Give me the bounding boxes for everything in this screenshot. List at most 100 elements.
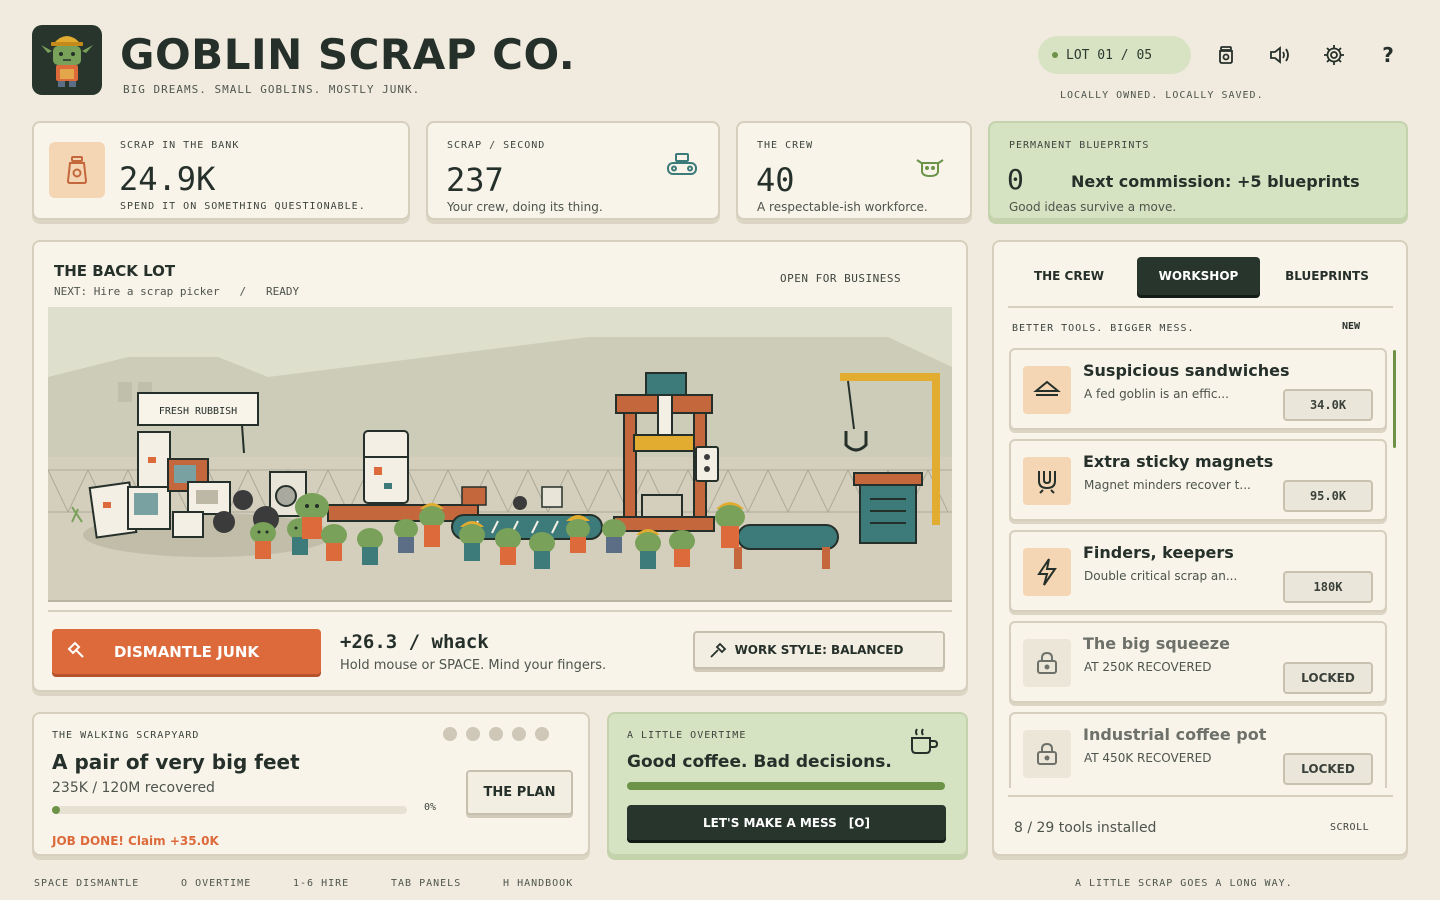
blueprints-card: PERMANENT BLUEPRINTS 0 Next commission: …	[988, 121, 1408, 220]
tool-locked-badge: LOCKED	[1283, 753, 1373, 785]
tool-desc: Magnet minders recover t...	[1084, 478, 1251, 492]
tool-card[interactable]: Finders, keepers Double critical scrap a…	[1009, 530, 1387, 612]
tool-card[interactable]: Extra sticky magnets Magnet minders reco…	[1009, 439, 1387, 521]
next-separator: /	[239, 285, 247, 298]
per-whack: +26.3 / whack	[340, 631, 489, 653]
work-style-button[interactable]: WORK STYLE: BALANCED	[693, 631, 945, 669]
tool-name: The big squeeze	[1083, 634, 1230, 653]
wrench-icon	[709, 642, 727, 663]
scrapyard-scene[interactable]: FRESH RUBBISH	[48, 307, 952, 602]
crew-card: THE CREW 40 A respectable-ish workforce.	[736, 121, 972, 220]
scene-divider	[48, 610, 952, 612]
goblin-face-icon	[915, 154, 945, 184]
overtime-title: Good coffee. Bad decisions.	[627, 752, 892, 772]
shortcut-key: SPACE	[34, 878, 70, 889]
shortcut-hire: 1-6 HIRE	[293, 878, 349, 889]
make-a-mess-button[interactable]: LET'S MAKE A MESS [O]	[627, 805, 946, 840]
fresh-rubbish-sign: FRESH RUBBISH	[159, 406, 237, 417]
shortcut-handbook: H HANDBOOK	[503, 878, 573, 889]
the-plan-button[interactable]: THE PLAN	[466, 770, 573, 815]
tool-name: Finders, keepers	[1083, 543, 1234, 562]
blueprints-value: 0	[1007, 163, 1024, 196]
stage-dot	[489, 727, 503, 741]
blueprints-sub: Good ideas survive a move.	[1009, 200, 1177, 214]
scrapyard-label: THE WALKING SCRAPYARD	[52, 730, 200, 741]
shortcut-space: SPACE DISMANTLE	[34, 878, 139, 889]
conveyor-icon	[666, 152, 698, 182]
shortcut-action: PANELS	[419, 878, 462, 889]
stage-dot	[443, 727, 457, 741]
back-lot-title: THE BACK LOT	[54, 262, 176, 280]
scrapyard-progress-bar	[52, 806, 407, 814]
company-title: GOBLIN SCRAP CO.	[120, 30, 576, 79]
scrapyard-progress-fill	[52, 806, 60, 814]
tool-card-locked: The big squeeze AT 250K RECOVERED LOCKED	[1009, 621, 1387, 703]
claim-link[interactable]: JOB DONE! Claim +35.0K	[52, 834, 219, 848]
company-logo	[32, 25, 102, 95]
bank-card: SCRAP IN THE BANK 24.9K SPEND IT ON SOME…	[32, 121, 410, 220]
shortcut-key: TAB	[391, 878, 413, 889]
tool-desc: Double critical scrap an...	[1084, 569, 1238, 583]
tool-unlock-requirement: AT 250K RECOVERED	[1084, 660, 1212, 674]
jar-icon[interactable]	[1210, 39, 1242, 71]
goblin-logo-icon	[41, 36, 93, 87]
rate-sub: Your crew, doing its thing.	[447, 200, 603, 214]
shortcut-key: O	[181, 878, 189, 889]
sandwich-icon	[1023, 366, 1071, 414]
tools-scrollbar[interactable]	[1393, 350, 1396, 448]
new-badge: NEW	[1342, 321, 1361, 332]
tool-card[interactable]: Suspicious sandwiches A fed goblin is an…	[1009, 348, 1387, 430]
scrapyard-title: A pair of very big feet	[52, 750, 300, 774]
shortcut-key: H	[503, 878, 511, 889]
tools-list: Suspicious sandwiches A fed goblin is an…	[1005, 346, 1391, 788]
shortcut-action: HIRE	[321, 878, 350, 889]
dismantle-junk-button[interactable]: DISMANTLE JUNK	[52, 629, 321, 674]
next-hire: NEXT: Hire a scrap picker	[54, 285, 220, 298]
shortcut-panels: TAB PANELS	[391, 878, 461, 889]
tool-buy-button[interactable]: 34.0K	[1283, 389, 1373, 421]
crew-sub: A respectable-ish workforce.	[757, 200, 928, 214]
sound-icon[interactable]	[1264, 39, 1296, 71]
shortcut-key: 1-6	[293, 878, 315, 889]
help-icon[interactable]: ?	[1372, 39, 1404, 71]
overtime-progress-bar	[627, 782, 945, 790]
hammer-icon	[66, 641, 86, 665]
local-save-note: LOCALLY OWNED. LOCALLY SAVED.	[1060, 90, 1264, 101]
shortcut-action: DISMANTLE	[76, 878, 140, 889]
tab-the-crew[interactable]: THE CREW	[1010, 257, 1128, 295]
lot-indicator[interactable]: LOT 01 / 05	[1038, 36, 1191, 74]
shortcut-action: OVERTIME	[195, 878, 252, 889]
rate-label: SCRAP / SECOND	[447, 140, 546, 151]
lightning-icon	[1023, 548, 1071, 596]
company-tagline: BIG DREAMS. SMALL GOBLINS. MOSTLY JUNK.	[123, 83, 421, 96]
tool-unlock-requirement: AT 450K RECOVERED	[1084, 751, 1212, 765]
make-a-mess-label: LET'S MAKE A MESS	[703, 815, 837, 830]
bank-label: SCRAP IN THE BANK	[120, 140, 240, 151]
tab-blueprints[interactable]: BLUEPRINTS	[1268, 257, 1386, 295]
next-commission: Next commission: +5 blueprints	[1071, 172, 1360, 191]
tool-buy-button[interactable]: 180K	[1283, 571, 1373, 603]
tab-workshop[interactable]: WORKSHOP	[1137, 257, 1260, 295]
rate-value: 237	[446, 161, 504, 199]
tool-name: Industrial coffee pot	[1083, 725, 1267, 744]
gear-icon[interactable]	[1318, 39, 1350, 71]
panel-footer-divider	[1008, 795, 1393, 797]
scroll-hint: SCROLL	[1330, 822, 1370, 833]
dismantle-hint: Hold mouse or SPACE. Mind your fingers.	[340, 658, 607, 673]
scrapyard-stage-dots	[443, 727, 549, 741]
stage-dot	[466, 727, 480, 741]
tool-buy-button[interactable]: 95.0K	[1283, 480, 1373, 512]
scrap-bag-icon	[49, 142, 105, 198]
overtime-label: A LITTLE OVERTIME	[627, 730, 747, 741]
lock-icon	[1023, 730, 1071, 778]
next-task: NEXT: Hire a scrap picker / READY	[54, 285, 299, 298]
bank-sub: SPEND IT ON SOMETHING QUESTIONABLE.	[120, 201, 366, 212]
tool-desc: A fed goblin is an effic...	[1084, 387, 1229, 401]
blueprints-label: PERMANENT BLUEPRINTS	[1009, 140, 1150, 151]
shortcut-overtime: O OVERTIME	[181, 878, 251, 889]
magnet-icon	[1023, 457, 1071, 505]
stage-dot	[535, 727, 549, 741]
tool-locked-badge: LOCKED	[1283, 662, 1373, 694]
lot-state: READY	[265, 285, 300, 298]
stage-dot	[512, 727, 526, 741]
